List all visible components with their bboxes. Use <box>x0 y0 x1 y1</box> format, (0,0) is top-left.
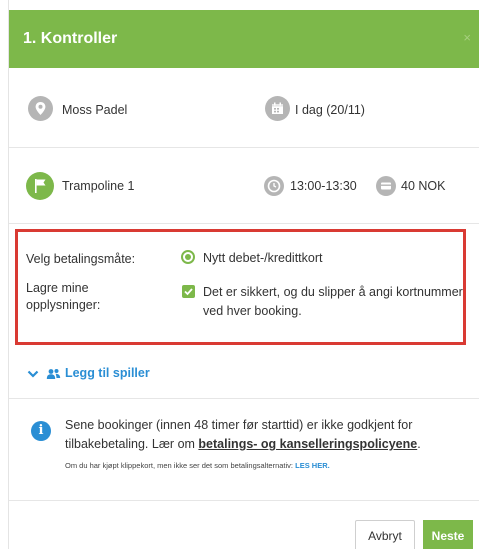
info-icon: i <box>31 421 51 441</box>
booking-time: 13:00-13:30 <box>290 179 357 193</box>
cancel-button[interactable]: Avbryt <box>355 520 415 549</box>
close-button[interactable]: × <box>463 30 471 45</box>
booking-court-row: Trampoline 1 13:00-13:30 40 NOK <box>9 148 479 224</box>
save-info-description: Det er sikkert, og du slipper å angi kor… <box>203 285 463 318</box>
punch-card-note: Om du har kjøpt klippekort, men ikke ser… <box>65 461 330 470</box>
save-info-checkbox[interactable] <box>182 285 195 298</box>
calendar-icon <box>265 96 290 121</box>
location-name: Moss Padel <box>62 103 128 117</box>
payment-method-radio[interactable] <box>181 250 195 264</box>
punch-card-note-text: Om du har kjøpt klippekort, men ikke ser… <box>65 461 296 470</box>
modal-footer: Avbryt Neste <box>9 500 479 549</box>
booking-date: I dag (20/11) <box>295 103 365 117</box>
clock-icon <box>264 176 284 196</box>
booking-price: 40 NOK <box>401 179 446 193</box>
chevron-down-icon <box>27 370 39 378</box>
map-pin-icon <box>28 96 53 121</box>
next-button[interactable]: Neste <box>423 520 473 549</box>
booking-location-row: Moss Padel I dag (20/11) <box>9 68 479 148</box>
add-player-button[interactable]: Legg til spiller <box>27 366 150 380</box>
save-info-label: Lagre mine opplysninger: <box>26 281 101 312</box>
info-text-part2: . <box>417 437 421 451</box>
late-booking-info: Sene bookinger (innen 48 timer før start… <box>65 416 469 454</box>
card-icon <box>376 176 396 196</box>
add-player-label: Legg til spiller <box>64 366 150 380</box>
read-here-link[interactable]: LES HER. <box>295 461 330 470</box>
flag-icon <box>26 172 54 200</box>
policy-link[interactable]: betalings- og kanselleringspolicyene <box>198 437 417 451</box>
payment-method-option[interactable]: Nytt debet-/kredittkort <box>203 251 323 265</box>
payment-method-label: Velg betalingsmåte: <box>26 252 136 266</box>
booking-modal: 1. Kontroller × Moss Padel I dag (20/11)… <box>8 0 479 549</box>
modal-header: 1. Kontroller × <box>9 10 479 68</box>
users-icon <box>47 368 61 379</box>
court-name: Trampoline 1 <box>62 179 135 193</box>
modal-title: 1. Kontroller <box>23 30 118 47</box>
section-divider <box>9 398 479 399</box>
